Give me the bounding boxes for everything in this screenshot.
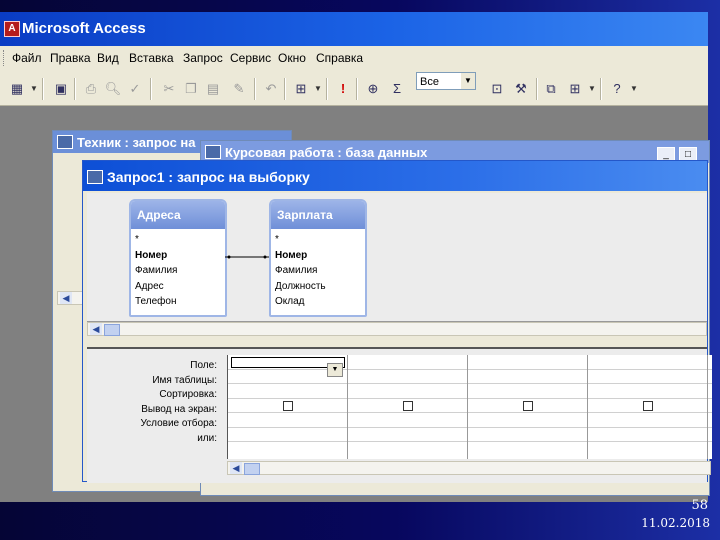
scroll-left-icon[interactable]: ◀ <box>90 323 102 335</box>
table-addresses-title[interactable]: Адреса <box>131 201 225 229</box>
app-title-bar: A Microsoft Access <box>0 12 708 46</box>
row-label-field: Поле: <box>190 360 217 371</box>
scroll-thumb[interactable] <box>104 324 120 336</box>
show-checkbox[interactable] <box>523 401 533 411</box>
menu-insert[interactable]: Вставка <box>129 51 174 65</box>
menu-grip <box>3 50 7 66</box>
print-icon[interactable]: ⎙ <box>82 80 100 98</box>
window-query1[interactable]: Запрос1 : запрос на выборку Адреса * Ном… <box>82 160 712 483</box>
toolbar-separator <box>42 78 44 100</box>
relationship-line <box>225 255 269 259</box>
row-label-table: Имя таблицы: <box>152 374 217 386</box>
row-label-show: Вывод на экран: <box>141 403 217 415</box>
format-painter-icon[interactable]: ✎ <box>230 80 248 98</box>
menu-file[interactable]: Файл <box>12 51 42 65</box>
field-item[interactable]: * <box>271 232 365 248</box>
copy-icon[interactable]: ❐ <box>182 80 200 98</box>
menu-view[interactable]: Вид <box>97 51 119 65</box>
toolbar: ▦ ▼ ▣ ⎙ 🔍︎ ✓ ✂ ❐ ▤ ✎ ↶ ⊞ ▼ ! ⊕ Σ ⊡ ⚒ ⧉ ⊞… <box>0 70 708 106</box>
cut-icon[interactable]: ✂ <box>160 80 178 98</box>
paste-icon[interactable]: ▤ <box>204 80 222 98</box>
scroll-thumb[interactable] <box>244 463 260 475</box>
toolbar-separator <box>284 78 286 100</box>
row-label-or: или: <box>197 432 217 444</box>
field-item[interactable]: * <box>131 232 225 248</box>
scroll-left-icon[interactable]: ◀ <box>60 292 72 304</box>
table-addresses[interactable]: Адреса * Номер Фамилия Адрес Телефон <box>129 199 227 317</box>
totals-icon[interactable]: Σ <box>388 80 406 98</box>
window-query1-title: Запрос1 : запрос на выборку <box>107 169 310 185</box>
window-database-title: Курсовая работа : база данных <box>225 145 428 160</box>
field-item[interactable]: Номер <box>131 248 225 264</box>
table-salary[interactable]: Зарплата * Номер Фамилия Должность Оклад <box>269 199 367 317</box>
database-window-icon <box>205 145 221 159</box>
show-checkbox[interactable] <box>643 401 653 411</box>
field-item[interactable]: Фамилия <box>131 263 225 279</box>
toolbar-separator <box>254 78 256 100</box>
design-grid-area: Поле: Имя таблицы: Сортировка: Вывод на … <box>87 347 712 483</box>
grid-scrollbar[interactable]: ◀ <box>227 461 711 475</box>
run-icon[interactable]: ! <box>334 80 352 98</box>
new-object-icon[interactable]: ⊞ <box>566 80 584 98</box>
toolbar-separator <box>74 78 76 100</box>
menu-edit[interactable]: Правка <box>50 51 91 65</box>
show-table-icon[interactable]: ⊕ <box>364 80 382 98</box>
view-icon[interactable]: ▦ <box>8 80 26 98</box>
top-values-combo[interactable]: Все ▼ <box>416 72 476 90</box>
toolbar-separator <box>150 78 152 100</box>
query-type-dropdown-icon[interactable]: ▼ <box>314 80 322 98</box>
slide-date: 11.02.2018 <box>641 516 710 530</box>
properties-icon[interactable]: ⊡ <box>488 80 506 98</box>
build-icon[interactable]: ⚒ <box>512 80 530 98</box>
grid-row-labels: Поле: Имя таблицы: Сортировка: Вывод на … <box>87 359 221 446</box>
table-salary-title[interactable]: Зарплата <box>271 201 365 229</box>
database-window-icon[interactable]: ⧉ <box>542 80 560 98</box>
query-type-icon[interactable]: ⊞ <box>292 80 310 98</box>
app-title: Microsoft Access <box>22 20 146 37</box>
field-item[interactable]: Телефон <box>131 294 225 310</box>
toolbar-options-icon[interactable]: ▼ <box>630 80 638 98</box>
show-checkbox[interactable] <box>403 401 413 411</box>
toolbar-separator <box>600 78 602 100</box>
menu-window[interactable]: Окно <box>278 51 306 65</box>
help-icon[interactable]: ? <box>608 80 626 98</box>
field-item[interactable]: Фамилия <box>271 263 365 279</box>
menu-query[interactable]: Запрос <box>183 51 223 65</box>
save-icon[interactable]: ▣ <box>52 80 70 98</box>
access-logo-icon: A <box>4 21 20 37</box>
new-object-dropdown-icon[interactable]: ▼ <box>588 80 596 98</box>
field-item[interactable]: Оклад <box>271 294 365 310</box>
slide-page-number: 58 <box>691 498 708 513</box>
view-dropdown-icon[interactable]: ▼ <box>30 80 38 98</box>
toolbar-separator <box>326 78 328 100</box>
table-pane: Адреса * Номер Фамилия Адрес Телефон Зар… <box>87 193 707 322</box>
menu-service[interactable]: Сервис <box>230 51 271 65</box>
menu-help[interactable]: Справка <box>316 51 363 65</box>
toolbar-separator <box>536 78 538 100</box>
undo-icon[interactable]: ↶ <box>262 80 280 98</box>
window-technik-title: Техник : запрос на <box>77 135 196 150</box>
print-preview-icon[interactable]: 🔍︎ <box>104 80 122 98</box>
menu-bar: Файл Правка Вид Вставка Запрос Сервис Ок… <box>0 46 708 71</box>
spelling-icon[interactable]: ✓ <box>126 80 144 98</box>
top-values-value: Все <box>420 76 439 88</box>
window-query1-titlebar[interactable]: Запрос1 : запрос на выборку <box>83 161 707 191</box>
toolbar-separator <box>356 78 358 100</box>
show-checkbox[interactable] <box>283 401 293 411</box>
query-window-icon <box>87 170 103 184</box>
field-item[interactable]: Номер <box>271 248 365 264</box>
chevron-down-icon[interactable]: ▼ <box>327 363 343 377</box>
row-label-sort: Сортировка: <box>159 389 217 400</box>
query-design-grid[interactable] <box>227 355 712 459</box>
query-window-icon <box>57 135 73 149</box>
row-label-criteria: Условие отбора: <box>140 418 217 429</box>
table-pane-scrollbar[interactable]: ◀ <box>87 322 707 336</box>
scroll-left-icon[interactable]: ◀ <box>230 462 242 474</box>
field-item[interactable]: Должность <box>271 279 365 295</box>
chevron-down-icon[interactable]: ▼ <box>461 73 475 89</box>
field-item[interactable]: Адрес <box>131 279 225 295</box>
